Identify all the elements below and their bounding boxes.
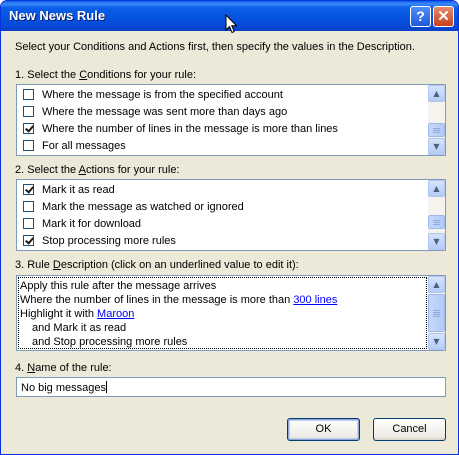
- close-button[interactable]: ✕: [433, 6, 454, 27]
- condition-item-number-of-lines[interactable]: Where the number of lines in the message…: [23, 120, 338, 137]
- ok-button[interactable]: OK: [287, 418, 360, 441]
- action-checkbox[interactable]: [23, 201, 34, 212]
- scroll-up-icon[interactable]: ▲: [428, 276, 445, 293]
- scroll-up-icon[interactable]: ▲: [428, 180, 445, 197]
- conditions-scrollbar[interactable]: ▲ ▼: [428, 85, 445, 155]
- conditions-list[interactable]: Where the message is from the specified …: [16, 84, 446, 156]
- help-button[interactable]: ?: [410, 6, 431, 27]
- cancel-button[interactable]: Cancel: [373, 418, 446, 441]
- action-item-mark-read[interactable]: Mark it as read: [23, 181, 115, 198]
- action-item-watched-ignored[interactable]: Mark the message as watched or ignored: [23, 198, 244, 215]
- lines-value-link[interactable]: 300 lines: [293, 294, 337, 306]
- action-checkbox[interactable]: [23, 218, 34, 229]
- scroll-down-icon[interactable]: ▼: [428, 138, 445, 155]
- name-label: 4. Name of the rule:: [15, 362, 112, 374]
- scroll-thumb[interactable]: [428, 123, 445, 137]
- actions-scrollbar[interactable]: ▲ ▼: [428, 180, 445, 250]
- rule-name-input[interactable]: No big messages: [16, 377, 446, 397]
- dialog-body: Select your Conditions and Actions first…: [1, 31, 458, 454]
- condition-checkbox[interactable]: [23, 123, 34, 134]
- conditions-label: 1. Select the Conditions for your rule:: [15, 69, 197, 81]
- color-value-link[interactable]: Maroon: [97, 308, 134, 320]
- description-label: 3. Rule Description (click on an underli…: [15, 259, 299, 271]
- description-line: and Stop processing more rules: [32, 336, 188, 348]
- new-news-rule-dialog: New News Rule ? ✕ Select your Conditions…: [0, 0, 459, 455]
- action-item-stop-processing[interactable]: Stop processing more rules: [23, 232, 176, 249]
- scroll-down-icon[interactable]: ▼: [428, 333, 445, 350]
- description-scrollbar[interactable]: ▲ ▼: [428, 276, 445, 350]
- condition-checkbox[interactable]: [23, 106, 34, 117]
- description-line: Highlight it with Maroon: [20, 308, 135, 320]
- instructions-text: Select your Conditions and Actions first…: [15, 41, 415, 53]
- actions-list[interactable]: Mark it as read Mark the message as watc…: [16, 179, 446, 251]
- description-line: Apply this rule after the message arrive…: [20, 280, 217, 292]
- rule-description-box[interactable]: Apply this rule after the message arrive…: [16, 275, 446, 351]
- description-line: and Mark it as read: [32, 322, 127, 334]
- scroll-down-icon[interactable]: ▼: [428, 233, 445, 250]
- action-item-download[interactable]: Mark it for download: [23, 215, 141, 232]
- action-checkbox[interactable]: [23, 184, 34, 195]
- condition-item-all-messages[interactable]: For all messages: [23, 137, 126, 154]
- condition-checkbox[interactable]: [23, 140, 34, 151]
- condition-item-from-account[interactable]: Where the message is from the specified …: [23, 86, 283, 103]
- scroll-thumb[interactable]: [428, 215, 445, 229]
- scroll-up-icon[interactable]: ▲: [428, 85, 445, 102]
- description-line: Where the number of lines in the message…: [20, 294, 338, 306]
- window-title: New News Rule: [9, 8, 106, 23]
- condition-item-days-ago[interactable]: Where the message was sent more than day…: [23, 103, 287, 120]
- text-caret: [106, 381, 107, 393]
- actions-label: 2. Select the Actions for your rule:: [15, 164, 180, 176]
- condition-checkbox[interactable]: [23, 89, 34, 100]
- action-checkbox[interactable]: [23, 235, 34, 246]
- scroll-thumb[interactable]: [428, 294, 445, 332]
- description-focus-area: Apply this rule after the message arrive…: [18, 277, 427, 349]
